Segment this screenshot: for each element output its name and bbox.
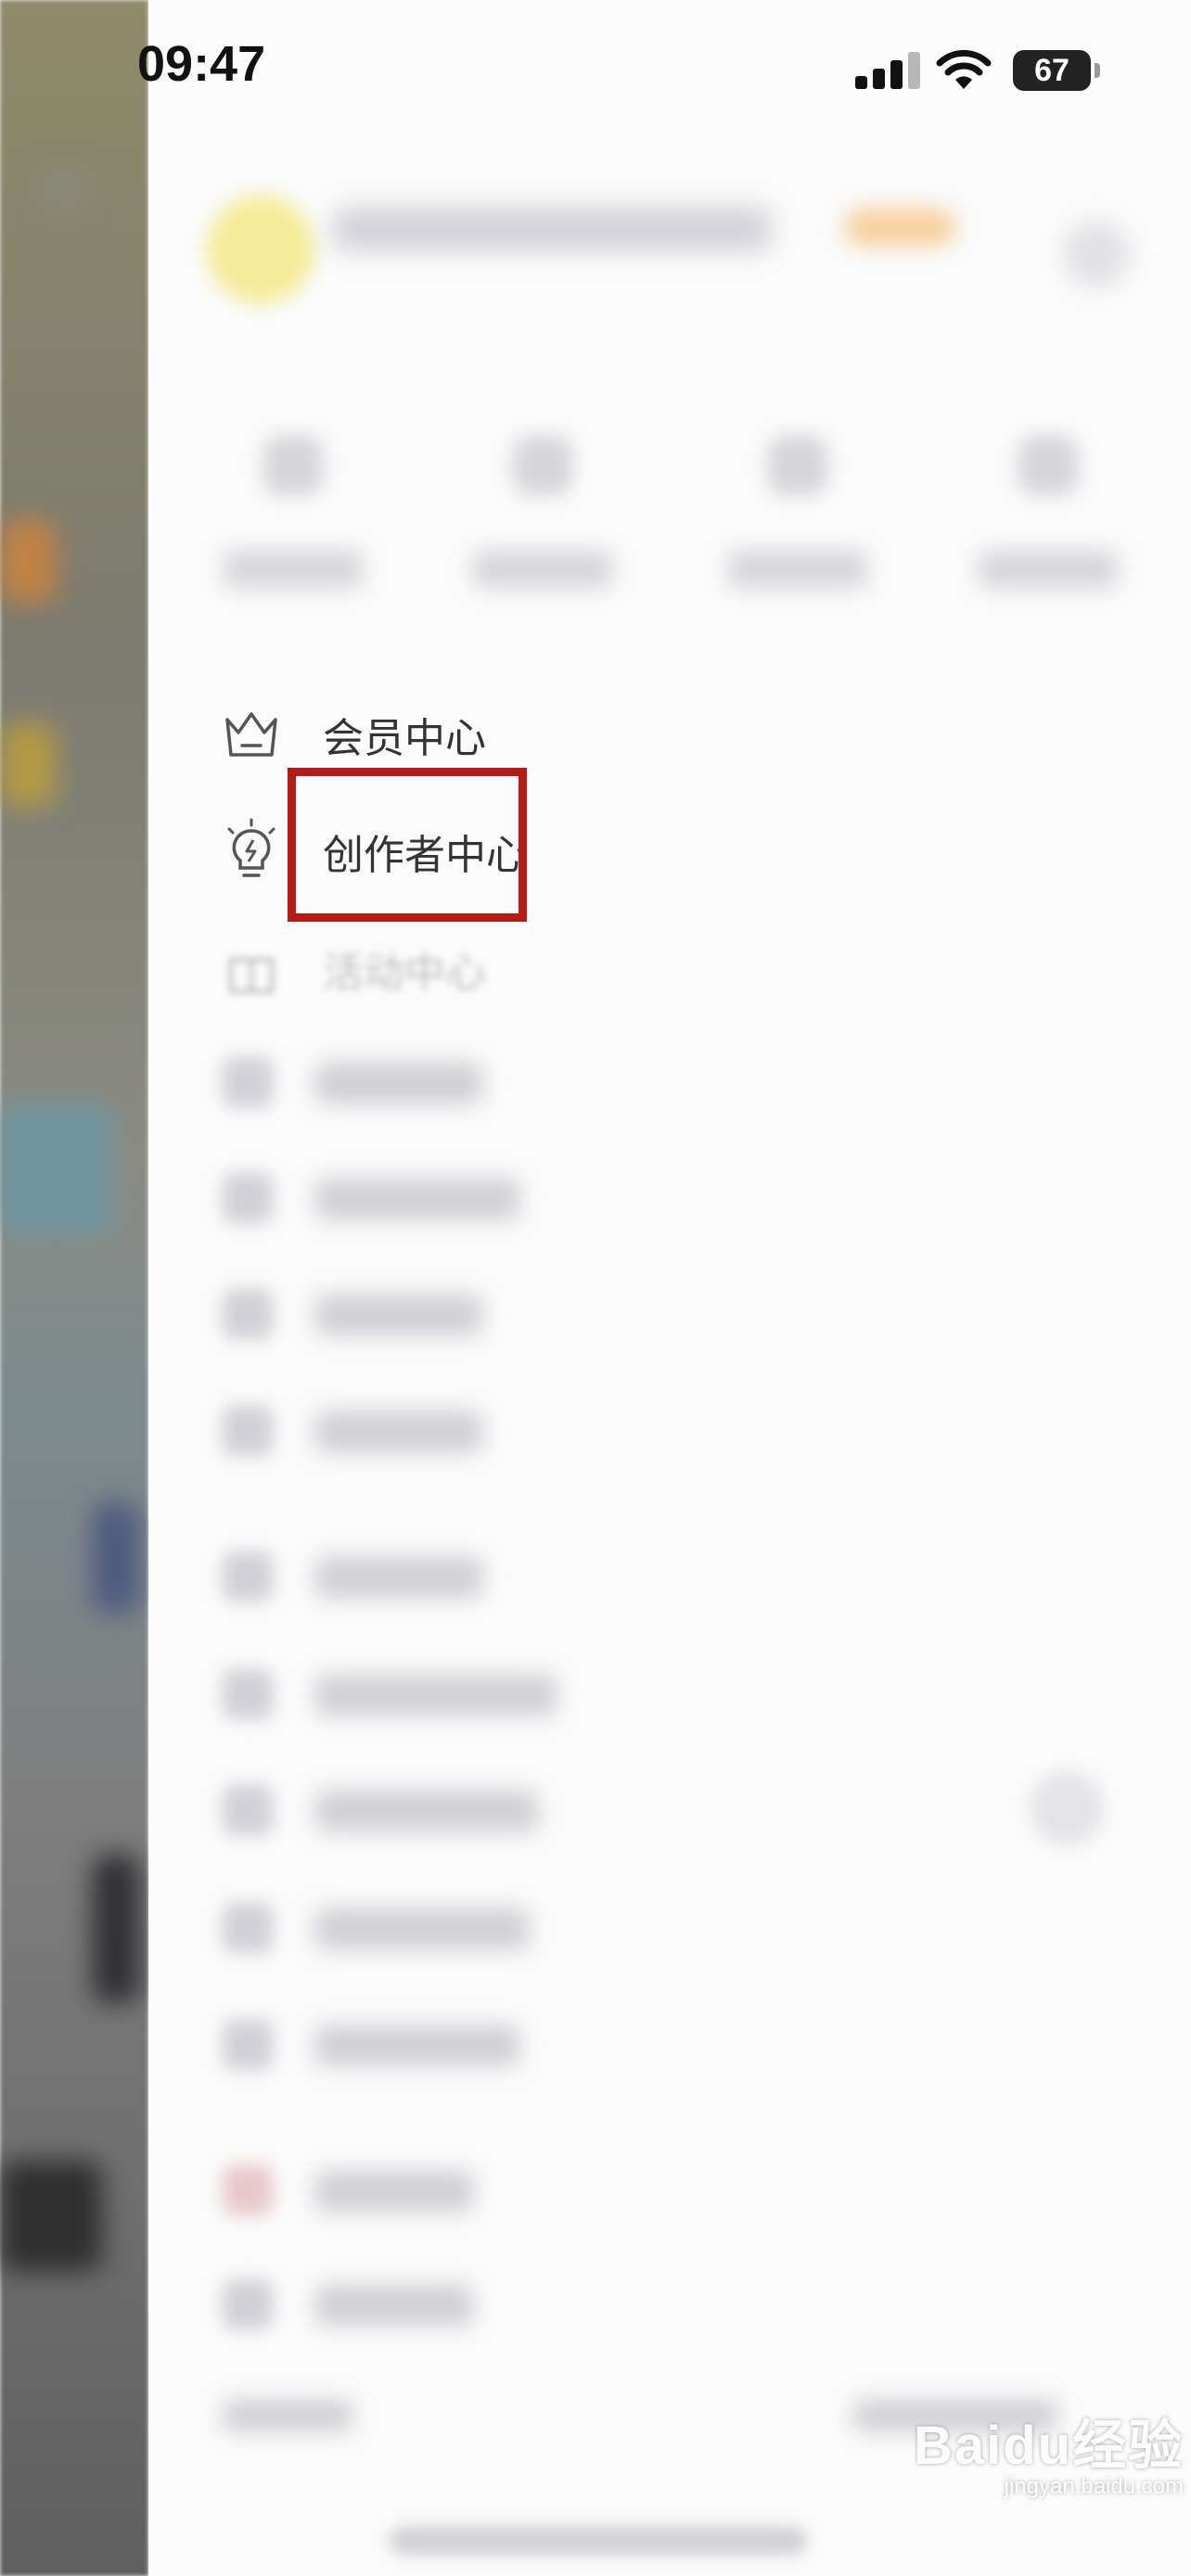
menu-item-icon <box>223 2020 273 2070</box>
quick-action-icon <box>513 436 572 495</box>
highlight-box <box>288 768 527 922</box>
menu-item-label <box>315 1675 557 1715</box>
battery-indicator: 67 <box>1013 50 1100 91</box>
menu-item-label <box>315 1179 519 1219</box>
menu-item-label <box>315 1557 482 1598</box>
wifi-icon <box>936 49 992 89</box>
menu-item-icon <box>223 1669 273 1719</box>
quick-action-icon <box>1018 436 1078 495</box>
crown-icon <box>219 702 284 767</box>
vip-badge[interactable] <box>844 209 955 246</box>
blurred-thumbnail <box>0 1103 111 1233</box>
blurred-thumbnail <box>0 2161 102 2272</box>
watermark: Baidu经验 jingyan.baidu.com <box>914 2402 1184 2500</box>
blurred-thumbnail <box>0 723 56 807</box>
menu-item-label: 会员中心 <box>323 715 486 762</box>
menu-item-icon <box>223 1785 273 1835</box>
status-time: 09:47 <box>137 36 266 92</box>
menu-item-icon <box>223 2165 273 2215</box>
menu-item-icon <box>223 1289 273 1339</box>
blurred-thumbnail <box>0 519 56 603</box>
lightbulb-icon <box>219 818 284 884</box>
menu-item-icon <box>223 1903 273 1953</box>
menu-item-label: 活动中心 <box>323 950 486 997</box>
menu-lines-icon <box>37 172 89 209</box>
menu-item-label <box>315 1791 538 1831</box>
gift-icon <box>219 937 284 1001</box>
cellular-signal-icon <box>855 52 920 89</box>
side-drawer <box>148 0 1191 2576</box>
menu-item-icon <box>223 1173 273 1223</box>
menu-item-icon <box>223 1057 273 1107</box>
menu-item-label <box>315 1908 529 1949</box>
menu-item-label <box>315 2025 519 2066</box>
menu-item-activity-center[interactable]: 活动中心 <box>219 923 775 1015</box>
menu-item-label <box>315 1063 482 1103</box>
menu-item-icon <box>223 2279 273 2329</box>
menu-item-label <box>315 2171 473 2212</box>
footer-left-label <box>223 2400 352 2431</box>
quick-action[interactable] <box>974 436 1122 588</box>
blurred-thumbnail <box>93 1855 139 2003</box>
quick-action[interactable] <box>724 436 872 588</box>
settings-icon[interactable] <box>1063 221 1130 287</box>
scroll-to-top-icon <box>1030 1771 1104 1845</box>
status-bar: 09:47 67 <box>0 0 1191 139</box>
menu-item-label <box>315 2285 473 2326</box>
background-app-content[interactable] <box>0 0 148 2576</box>
menu-item-icon <box>223 1551 273 1601</box>
menu-item-label <box>315 1411 482 1452</box>
username[interactable] <box>334 209 770 249</box>
quick-action-label <box>473 551 612 588</box>
menu-item-label <box>315 1294 482 1335</box>
quick-action[interactable] <box>219 436 367 588</box>
quick-action-label <box>979 551 1118 588</box>
quick-action-label <box>728 551 867 588</box>
quick-action-icon <box>263 436 323 495</box>
blurred-thumbnail <box>93 1502 139 1613</box>
avatar[interactable] <box>206 195 315 304</box>
quick-action[interactable] <box>468 436 617 588</box>
quick-action-icon <box>768 436 827 495</box>
quick-action-label <box>224 551 363 588</box>
watermark-logo: Baidu经验 <box>914 2416 1185 2476</box>
menu-item-member-center[interactable]: 会员中心 <box>219 688 775 781</box>
home-indicator <box>390 2527 807 2555</box>
menu-item-icon <box>223 1406 273 1456</box>
